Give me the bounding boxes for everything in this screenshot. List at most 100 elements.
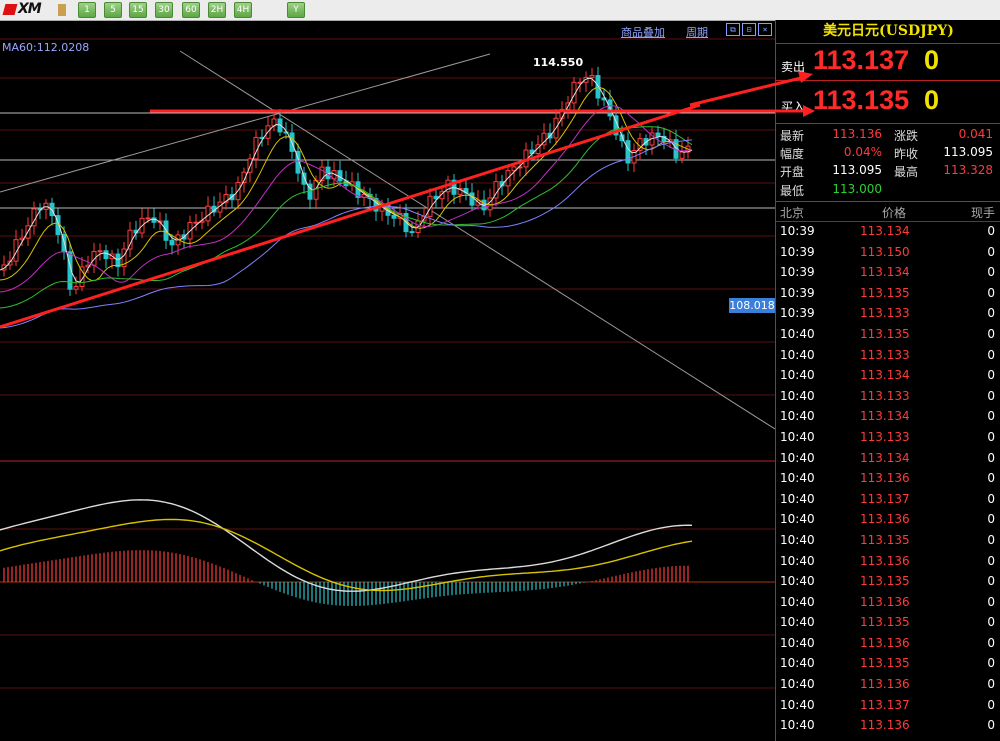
candle [409, 221, 415, 237]
tick-row: 10:40 113.136 0 [776, 551, 1000, 572]
latest-value: 113.136 [832, 127, 882, 141]
tick-price: 113.134 [860, 224, 910, 238]
candle [349, 172, 355, 192]
tick-row: 10:40 113.137 0 [776, 695, 1000, 716]
sell-quote-row[interactable]: 卖出 113.137 0 [776, 44, 1000, 81]
tick-row: 10:40 113.134 0 [776, 365, 1000, 386]
tick-row: 10:40 113.133 0 [776, 427, 1000, 448]
candle [601, 88, 607, 107]
tick-row: 10:40 113.137 0 [776, 489, 1000, 510]
tick-row: 10:40 113.134 0 [776, 448, 1000, 469]
overlay-link[interactable]: 商品叠加 [621, 24, 665, 40]
xm-logo-mark-icon [2, 4, 18, 15]
ticks-list[interactable]: 10:39 113.134 0 10:39 113.150 0 10:39 113.134 0 1… [776, 221, 1000, 736]
tick-row: 10:40 113.133 0 [776, 386, 1000, 407]
tile-window-icon[interactable]: ⊟ [742, 23, 756, 36]
tick-price: 113.135 [860, 326, 910, 341]
tick-price: 113.136 [860, 553, 910, 568]
tick-volume: 0 [987, 635, 995, 650]
period-link[interactable]: 周期 [686, 24, 708, 40]
peak-price-label: 114.550 [533, 56, 584, 69]
tick-volume: 0 [987, 326, 995, 341]
tick-volume: 0 [987, 409, 995, 424]
buy-quote-row[interactable]: 买入 113.135 0 [776, 81, 1000, 124]
ma60-line [0, 139, 693, 329]
low-value: 113.000 [832, 182, 882, 196]
buy-price: 113.135 [813, 85, 910, 115]
candle [457, 180, 463, 203]
tick-time: 10:40 [780, 677, 815, 692]
downtrend-line [179, 50, 775, 430]
tick-time: 10:40 [780, 532, 815, 547]
high-value: 113.328 [943, 163, 993, 177]
candle [115, 248, 121, 277]
candle [439, 186, 445, 209]
tick-row: 10:40 113.135 0 [776, 571, 1000, 592]
period-button-30[interactable]: 30 [155, 2, 173, 18]
tick-time: 10:39 [780, 306, 815, 321]
candle [181, 229, 187, 249]
tick-row: 10:40 113.136 0 [776, 715, 1000, 736]
change-label: 涨跌 [894, 129, 919, 143]
low-label: 最低 [780, 184, 805, 198]
tick-row: 10:40 113.136 0 [776, 674, 1000, 695]
candle [1, 255, 7, 277]
symbol-title: 美元日元(USDJPY) [776, 20, 1000, 44]
period-button-y[interactable]: Y [287, 2, 305, 18]
tick-price: 113.136 [860, 718, 910, 733]
tick-volume: 0 [987, 285, 995, 300]
period-button-1[interactable]: 1 [78, 2, 96, 18]
tick-row: 10:40 113.135 0 [776, 530, 1000, 551]
tick-time: 10:40 [780, 697, 815, 712]
candle [553, 108, 559, 145]
tick-price: 113.137 [860, 491, 910, 506]
candle [193, 213, 199, 231]
period-button-5[interactable]: 5 [104, 2, 122, 18]
period-button-60[interactable]: 60 [182, 2, 200, 18]
period-button-2h[interactable]: 2H [208, 2, 226, 18]
high-label: 最高 [894, 165, 919, 179]
tick-time: 10:40 [780, 512, 815, 527]
candle [223, 185, 229, 210]
close-window-icon[interactable]: × [758, 23, 772, 36]
tick-volume: 0 [987, 491, 995, 506]
tick-time: 10:40 [780, 656, 815, 671]
tick-row: 10:40 113.135 0 [776, 612, 1000, 633]
candle [589, 68, 595, 87]
sell-price: 113.137 [813, 45, 910, 75]
candle [559, 101, 565, 127]
latest-label: 最新 [780, 129, 805, 143]
candle [505, 165, 511, 196]
tick-price: 113.150 [860, 244, 910, 259]
xm-logo: XM [2, 1, 66, 18]
candle [547, 123, 553, 144]
candle [205, 196, 211, 227]
candle [151, 208, 157, 229]
chart-area[interactable]: MA60:112.0208 商品叠加 周期 ⧉ ⊟ × 114.550 108.… [0, 20, 775, 741]
tick-time: 10:40 [780, 326, 815, 341]
candle [631, 143, 637, 173]
candle [139, 208, 145, 239]
candle [541, 123, 547, 150]
range-label: 幅度 [780, 147, 805, 161]
period-button-4h[interactable]: 4H [234, 2, 252, 18]
ticks-header-volume: 现手 [970, 206, 995, 220]
tick-volume: 0 [987, 512, 995, 527]
candle [421, 207, 427, 229]
range-value: 0.04% [843, 145, 882, 159]
period-button-15[interactable]: 15 [129, 2, 147, 18]
macd-indicator [0, 499, 693, 606]
tick-volume: 0 [987, 265, 995, 280]
tick-row: 10:40 113.134 0 [776, 406, 1000, 427]
chart-canvas[interactable] [0, 20, 775, 741]
ticks-header: 北京 价格 现手 [776, 202, 1000, 222]
tick-volume: 0 [987, 244, 995, 259]
restore-window-icon[interactable]: ⧉ [726, 23, 740, 36]
moving-averages [0, 77, 693, 329]
buy-label: 买入 [781, 100, 806, 114]
candle [493, 173, 499, 207]
ma20-line [0, 105, 693, 293]
tick-price: 113.136 [860, 677, 910, 692]
tick-row: 10:40 113.135 0 [776, 324, 1000, 345]
candle [43, 199, 49, 220]
